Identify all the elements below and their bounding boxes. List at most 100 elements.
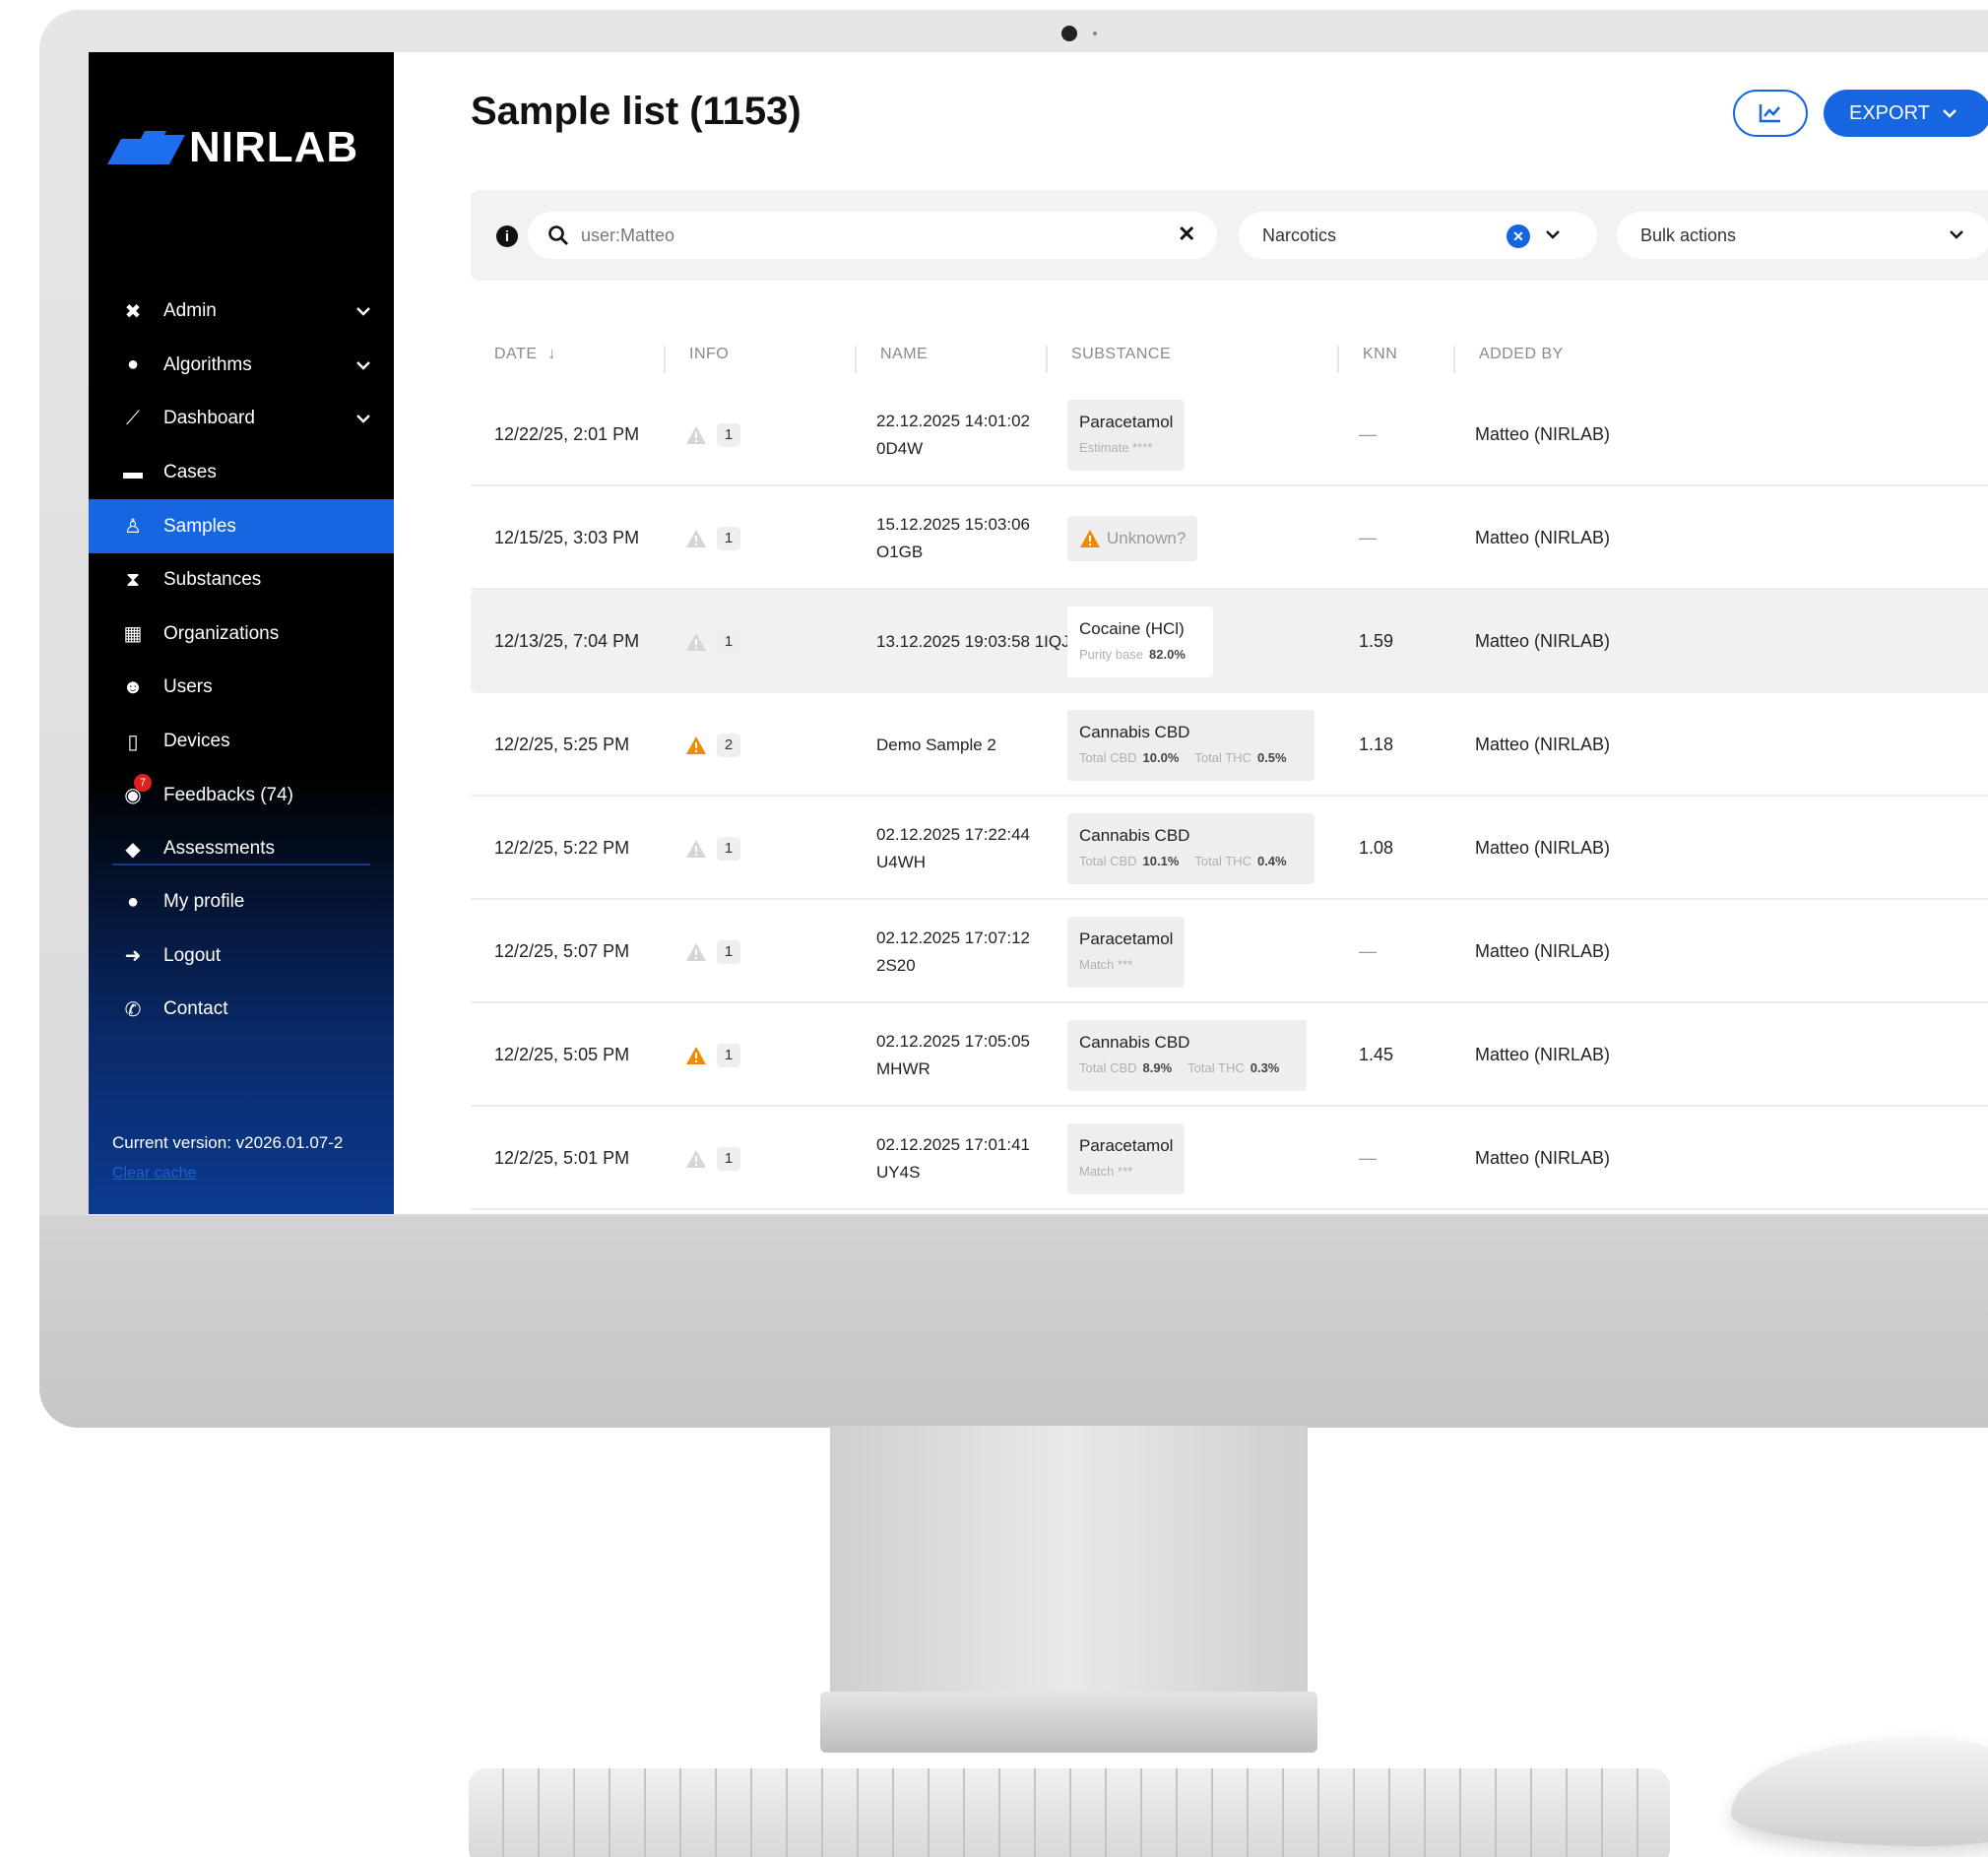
chevron-down-icon[interactable] [354,410,372,427]
sidebar-item-label: Admin [163,300,217,322]
substance-name: Paracetamol [1079,1135,1174,1155]
table-row[interactable]: 12/22/25, 2:01 PM 1 22.12.2025 14:01:02 0D4… [471,383,1988,486]
chart-line-icon: ⟋ [126,407,140,429]
substance-cell: Cannabis CBD Total CBD 10.1% Total THC 0.4% [1067,797,1315,900]
chevron-down-icon[interactable] [354,356,372,374]
knn-cell: 1.45 [1359,1045,1394,1064]
export-button[interactable]: EXPORT [1824,90,1988,137]
substance-chip[interactable]: Paracetamol Estimate **** [1067,399,1186,471]
name-cell[interactable]: 15.12.2025 15:03:06 O1GB [876,486,1030,590]
substance-chip[interactable]: Cannabis CBD Total CBD 10.0% Total THC 0.5% [1067,709,1315,781]
table-row[interactable]: 12/15/25, 3:03 PM 1 15.12.2025 15:03:06 O1G… [471,486,1988,590]
clear-cache-link[interactable]: Clear cache [112,1165,196,1183]
sidebar-item-my-profile[interactable]: ● My profile [89,875,394,929]
sidebar-item-dashboard[interactable]: ⟋ Dashboard [89,392,394,446]
sidebar-secondary-nav: ● My profile ➜ Logout ✆ Contact [89,864,394,1037]
bulk-actions-select[interactable]: Bulk actions [1617,212,1988,259]
warning-outline-icon [686,529,706,547]
column-header-info[interactable]: INFO [664,346,729,373]
sidebar-item-organizations[interactable]: ▦ Organizations [89,608,394,662]
table-row[interactable]: 12/2/25, 5:25 PM 2 Demo Sample 2 Cannabis C… [471,693,1988,797]
warning-icon [686,736,706,754]
sidebar-item-devices[interactable]: ▯ Devices [89,715,394,769]
substance-cell: Paracetamol Match *** [1067,900,1186,1003]
graduation-cap-icon: ◆ [125,838,141,861]
knn-cell: 1.18 [1359,735,1394,754]
substance-cell: Cannabis CBD Total CBD 10.0% Total THC 0.5% [1067,693,1315,797]
sidebar-item-contact[interactable]: ✆ Contact [89,983,394,1037]
device-icon: ▯ [127,731,139,753]
sidebar-item-algorithms[interactable]: ● Algorithms [89,339,394,393]
sidebar-item-label: Organizations [163,622,280,644]
name-cell[interactable]: 02.12.2025 17:22:44 U4WH [876,797,1030,900]
sidebar-item-feedbacks[interactable]: ◉ Feedbacks (74) 7 [89,768,394,822]
warning-outline-icon [686,425,706,444]
camera-indicator [1093,32,1097,35]
sidebar-item-logout[interactable]: ➜ Logout [89,929,394,984]
logout-icon: ➜ [124,945,142,968]
substance-name: Paracetamol [1079,928,1174,948]
column-header-name[interactable]: NAME [855,346,928,373]
knn-cell: — [1359,528,1377,547]
sidebar-item-label: Dashboard [163,408,255,429]
table-row[interactable]: 12/2/25, 5:07 PM 1 02.12.2025 17:07:12 2S20… [471,900,1988,1003]
column-header-date[interactable]: DATE ↓ [471,346,556,373]
column-header-knn[interactable]: KNN [1337,346,1397,373]
sidebar-item-samples[interactable]: ♙ Samples [89,499,394,553]
chart-view-button[interactable] [1733,90,1808,137]
substance-chip[interactable]: Cocaine (HCl) Purity base 82.0% [1067,606,1213,677]
sidebar-item-label: Substances [163,569,262,591]
sidebar: NIRLAB ✖ Admin ● Algorithms ⟋ Dashboard ▬ Cases… [89,52,394,1214]
table-row[interactable]: 12/2/25, 5:22 PM 1 02.12.2025 17:22:44 U4WH… [471,797,1988,900]
name-cell[interactable]: 13.12.2025 19:03:58 1IQJ [876,590,1070,693]
substance-chip[interactable]: Cannabis CBD Total CBD 10.1% Total THC 0.4% [1067,812,1315,884]
substance-name: Cocaine (HCl) [1079,618,1185,638]
folder-icon: ▬ [123,461,143,483]
substance-name: Cannabis CBD [1079,1032,1190,1052]
added-by-cell: Matteo (NIRLAB) [1475,631,1611,651]
table-row[interactable]: 12/13/25, 7:04 PM 1 13.12.2025 19:03:58 1I… [471,590,1988,693]
date-cell: 12/13/25, 7:04 PM [494,631,640,651]
name-cell[interactable]: Demo Sample 2 [876,693,996,797]
brand-name: NIRLAB [189,123,359,171]
info-icon[interactable]: i [496,225,518,247]
clear-category-icon[interactable]: ✕ [1507,224,1530,248]
sidebar-item-substances[interactable]: ⧗ Substances [89,553,394,608]
warning-outline-icon [686,942,706,961]
added-by-cell: Matteo (NIRLAB) [1475,528,1611,547]
substance-chip[interactable]: Paracetamol Match *** [1067,916,1186,988]
chevron-down-icon[interactable] [1948,225,1965,243]
sort-down-icon: ↓ [547,346,556,362]
name-cell[interactable]: 02.12.2025 17:05:05 MHWR [876,1003,1030,1107]
name-cell[interactable]: 02.12.2025 17:01:41 UY4S [876,1107,1030,1210]
sidebar-item-cases[interactable]: ▬ Cases [89,446,394,500]
table-row[interactable]: 12/2/25, 5:01 PM 1 02.12.2025 17:01:41 UY4S… [471,1107,1988,1210]
version-text: Current version: v2026.01.07-2 [112,1133,344,1152]
sidebar-item-label: Feedbacks (74) [163,784,294,805]
sidebar-item-users[interactable]: ☻ Users [89,661,394,715]
substance-chip[interactable]: Unknown? [1067,515,1198,561]
sidebar-item-admin[interactable]: ✖ Admin [89,285,394,339]
table-row[interactable]: 12/2/25, 5:05 PM 1 02.12.2025 17:05:05 MHWR… [471,1003,1988,1107]
name-cell[interactable]: 02.12.2025 17:07:12 2S20 [876,900,1030,1003]
knn-cell: 1.59 [1359,631,1394,651]
search-input[interactable]: user:Matteo ✕ [528,212,1217,259]
close-icon[interactable]: ✕ [1178,222,1195,247]
chevron-down-icon[interactable] [354,302,372,320]
sidebar-item-label: Users [163,676,213,698]
column-header-added-by[interactable]: ADDED BY [1453,346,1564,373]
substance-chip[interactable]: Cannabis CBD Total CBD 8.9% Total THC 0.3% [1067,1019,1308,1091]
substance-meta: Purity base 82.0% [1079,646,1186,662]
substance-meta: Match *** [1079,956,1133,972]
warning-icon [1080,529,1100,547]
chevron-down-icon[interactable] [1544,225,1562,243]
name-cell[interactable]: 22.12.2025 14:01:02 0D4W [876,383,1030,486]
screen: NIRLAB ✖ Admin ● Algorithms ⟋ Dashboard ▬ Cases… [89,52,1988,1214]
added-by-cell: Matteo (NIRLAB) [1475,1045,1611,1064]
logo[interactable]: NIRLAB [107,123,359,172]
column-header-substance[interactable]: SUBSTANCE [1046,346,1171,373]
substance-chip[interactable]: Paracetamol Match *** [1067,1122,1186,1194]
added-by-cell: Matteo (NIRLAB) [1475,1148,1611,1168]
category-select[interactable]: Narcotics ✕ [1239,212,1597,259]
info-cell: 1 [685,383,740,486]
